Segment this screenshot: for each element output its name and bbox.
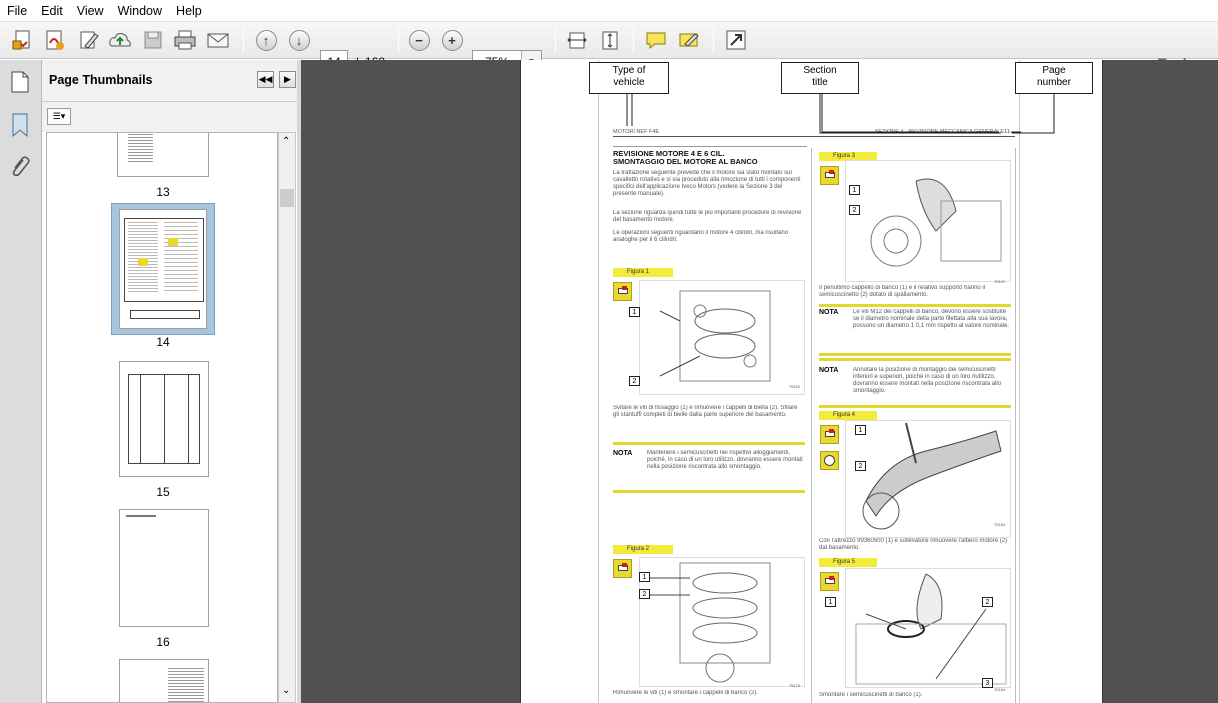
figure-caption: Svitare le viti di fissaggio (1) e rimuo… [613,405,798,418]
engine-block-drawing [639,280,805,395]
thumbnails-panel-header: Page Thumbnails ◀◀ ▶ [42,60,301,102]
zoom-in-button[interactable]: + [440,28,464,52]
callout-number: 2 [849,205,860,215]
tool-icon [820,451,839,470]
figure-label: Figura 4 [819,411,877,420]
doc-heading: REVISIONE MOTORE 4 E 6 CIL. SMONTAGGIO D… [613,150,758,166]
nota-text: Mantenere i semicuscinetti nei rispettiv… [647,450,803,470]
callout-number: 2 [982,597,993,607]
callout-number: 1 [825,597,836,607]
figure-code: 75192 [789,384,801,389]
highlight-icon[interactable] [677,28,701,52]
menu-help[interactable]: Help [169,0,209,22]
email-icon[interactable] [206,28,230,52]
thumbnails-scrollbar[interactable]: ⌃ ⌄ [278,132,296,703]
bearing-removal-drawing [845,568,1011,688]
callout-number: 2 [629,376,640,386]
pdf-document-icon[interactable] [43,28,67,52]
nota-text: Le viti M12 dei cappelli di banco, devon… [853,309,1010,329]
edit-document-icon[interactable] [77,28,101,52]
menu-window[interactable]: Window [111,0,169,22]
figure-label: Figura 1 [613,268,673,277]
thumbnail-label: 14 [156,335,170,349]
figure-code: 75179 [789,683,801,688]
callout-number: 2 [639,589,650,599]
disassembly-icon [820,572,839,591]
figure-caption: Smontare i semicuscinetti di banco (1). [819,692,923,698]
thumbnail-page-14[interactable] [119,209,207,329]
scroll-down-icon[interactable]: ⌄ [282,685,290,696]
save-icon[interactable] [141,28,165,52]
navigation-strip [0,60,42,703]
options-menu-icon[interactable]: ☰▾ [47,108,71,125]
nota-text: Annotare la posizione di montaggio dei s… [853,367,1002,394]
menu-edit[interactable]: Edit [34,0,70,22]
page-thumbnails-icon[interactable] [9,70,31,97]
disassembly-icon [613,282,632,301]
zoom-out-button[interactable]: − [407,28,431,52]
disassembly-icon [613,559,632,578]
nota-label: NOTA [613,450,633,457]
document-viewer: MOTORI NEF F4E SEZIONE 4 - REVISIONE MEC… [301,60,1218,703]
figure-label: Figura 5 [819,558,877,567]
fit-width-icon[interactable] [565,28,589,52]
figure-code: 75197 [994,279,1006,284]
collapse-panel-button[interactable]: ◀◀ [257,71,274,88]
bookmark-icon[interactable] [9,112,31,141]
nota-label: NOTA [819,367,839,374]
figure-code: 75183 [994,522,1006,527]
doc-paragraph: La sezione riguarda quindi tutte le più … [613,210,802,223]
crankshaft-drawing [845,420,1011,538]
thumbnail-page-13[interactable] [117,133,209,177]
fit-page-icon[interactable] [598,28,622,52]
figure-caption: Con l'attrezzo 99360500 (1) e sollevator… [819,538,1008,551]
print-icon[interactable] [173,28,197,52]
doc-paragraph: La trattazione seguente prevede che il m… [613,170,801,197]
callout-number: 1 [639,572,650,582]
figure-caption: Rimuovere le viti (1) e smontare i cappe… [613,690,759,696]
callout-number: 1 [855,425,866,435]
callout-number: 3 [982,678,993,688]
disassembly-icon [820,166,839,185]
nota-label: NOTA [819,309,839,316]
panel-options-bar: ☰▾ [42,102,301,132]
scroll-up-icon[interactable]: ⌃ [282,136,290,147]
figure-caption: Il penultimo cappello di banco (1) e il … [819,285,986,298]
menu-file[interactable]: File [0,0,34,22]
panel-title: Page Thumbnails [49,73,153,87]
scanned-manual-page: MOTORI NEF F4E SEZIONE 4 - REVISIONE MEC… [598,60,1021,703]
scrollbar-thumb[interactable] [280,189,294,207]
callout-number: 2 [855,461,866,471]
pdf-page: MOTORI NEF F4E SEZIONE 4 - REVISIONE MEC… [520,60,1103,703]
expand-panel-button[interactable]: ▶ [279,71,296,88]
attachment-icon[interactable] [8,154,30,183]
thumbnail-page-15[interactable] [119,361,209,477]
label-connectors [626,94,1055,134]
callout-number: 1 [849,185,860,195]
doc-paragraph: Le operazioni seguenti riguardano il mot… [613,230,789,243]
engine-block-drawing [639,557,805,687]
main-bearing-cap-drawing [845,160,1011,282]
thumbnail-label: 13 [156,185,170,199]
thumbnail-label: 15 [156,485,170,499]
thumbnail-page-17[interactable] [119,659,209,702]
comment-icon[interactable] [644,28,668,52]
thumbnails-list: 13 14 15 16 [46,132,278,703]
thumbnail-label: 16 [156,635,170,649]
callout-number: 1 [629,307,640,317]
menu-view[interactable]: View [70,0,111,22]
disassembly-icon [820,425,839,444]
next-page-button[interactable]: ↓ [287,28,311,52]
thumbnail-page-16[interactable] [119,509,209,627]
fullscreen-icon[interactable] [724,28,748,52]
figure-label: Figura 2 [613,545,673,554]
upload-cloud-icon[interactable] [108,28,132,52]
toolbar: ↑ ↓ 14 / 168 − + 75%▼ Tools [0,22,1218,73]
previous-page-button[interactable]: ↑ [254,28,278,52]
menu-bar: File Edit View Window Help [0,0,1218,22]
create-pdf-icon[interactable] [11,28,35,52]
